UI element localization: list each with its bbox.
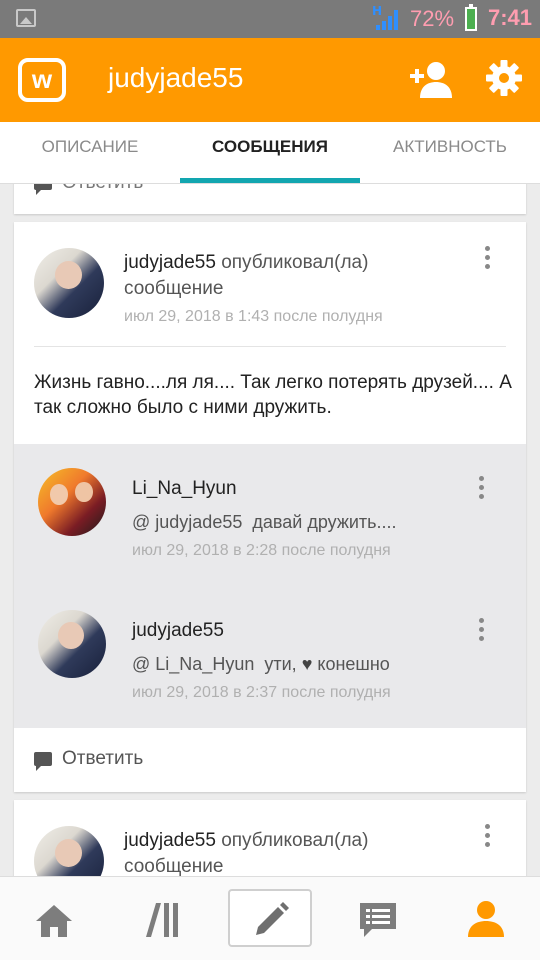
settings-gear-icon[interactable] — [486, 60, 522, 96]
nav-library[interactable] — [108, 877, 216, 960]
post-divider — [34, 346, 506, 347]
tab-messages[interactable]: СООБЩЕНИЯ — [180, 122, 360, 184]
comment-mention[interactable]: @ Li_Na_Hyun — [132, 654, 254, 674]
commenter-avatar[interactable] — [38, 468, 106, 536]
nav-messages[interactable] — [324, 877, 432, 960]
status-bar: H 72% 7:41 — [0, 0, 540, 38]
heart-icon: ♥ — [301, 654, 313, 674]
library-icon — [146, 903, 178, 937]
comment-more-icon[interactable] — [476, 476, 486, 502]
clock: 7:41 — [488, 5, 533, 30]
message-feed[interactable]: Ответить judyjade55 опубликовал(ла) сооб… — [0, 184, 540, 876]
post-author[interactable]: judyjade55 — [124, 252, 216, 273]
author-avatar[interactable] — [34, 826, 104, 876]
home-icon — [36, 905, 72, 937]
reply-icon — [34, 184, 52, 195]
wattpad-logo[interactable]: w — [18, 58, 66, 102]
post-header: judyjade55 опубликовал(ла) сообщение — [124, 250, 464, 302]
active-tab-indicator — [180, 178, 360, 183]
tab-description[interactable]: ОПИСАНИЕ — [0, 122, 180, 184]
post-header: judyjade55 опубликовал(ла) сообщение — [124, 828, 464, 876]
comment-mention[interactable]: @ judyjade55 — [132, 512, 242, 532]
messages-icon — [360, 903, 396, 937]
tab-activity[interactable]: АКТИВНОСТЬ — [360, 122, 540, 184]
app-bar: w judyjade55 — [0, 38, 540, 122]
nav-profile[interactable] — [432, 877, 540, 960]
commenter-avatar[interactable] — [38, 610, 106, 678]
nav-write[interactable] — [228, 889, 312, 947]
comment-text: @ Li_Na_Hyun ути, ♥ конешно — [132, 654, 390, 674]
gallery-notification-icon — [16, 9, 36, 27]
previous-post-card: Ответить — [14, 184, 526, 214]
post-more-icon[interactable] — [482, 246, 492, 272]
battery-percent: 72% — [410, 6, 455, 31]
nav-home[interactable] — [0, 877, 108, 960]
follow-user-icon[interactable] — [410, 60, 454, 100]
post-action: опубликовал(ла) — [221, 252, 369, 273]
post-kind: сообщение — [124, 278, 224, 299]
post-action: опубликовал(ла) — [221, 830, 369, 851]
post-text: Жизнь гавно....ля ля.... Так легко потер… — [34, 372, 512, 418]
reply-icon — [34, 751, 52, 771]
previous-reply-button[interactable]: Ответить — [34, 184, 143, 195]
profile-icon — [468, 901, 504, 937]
battery-icon — [465, 4, 477, 31]
signal-icon — [376, 10, 400, 30]
reply-button[interactable]: Ответить — [34, 748, 143, 771]
profile-username: judyjade55 — [108, 62, 244, 93]
comment-time: июл 29, 2018 в 2:37 после полудня — [132, 684, 391, 701]
comment-author[interactable]: judyjade55 — [132, 620, 224, 642]
comment-author[interactable]: Li_Na_Hyun — [132, 478, 237, 500]
post-card: judyjade55 опубликовал(ла) сообщение — [14, 800, 526, 876]
post-more-icon[interactable] — [482, 824, 492, 850]
post-time: июл 29, 2018 в 1:43 после полудня — [124, 308, 383, 325]
pencil-icon — [256, 902, 289, 935]
post-kind: сообщение — [124, 856, 224, 876]
author-avatar[interactable] — [34, 248, 104, 318]
post-card: judyjade55 опубликовал(ла) сообщение июл… — [14, 222, 526, 792]
post-author[interactable]: judyjade55 — [124, 830, 216, 851]
comment-more-icon[interactable] — [476, 618, 486, 644]
profile-tabs: ОПИСАНИЕ СООБЩЕНИЯ АКТИВНОСТЬ — [0, 122, 540, 184]
bottom-navigation — [0, 876, 540, 960]
comment-time: июл 29, 2018 в 2:28 после полудня — [132, 542, 391, 559]
comment-text: @ judyjade55 давай дружить.... — [132, 512, 397, 532]
comments-section: Li_Na_Hyun @ judyjade55 давай дружить...… — [14, 444, 526, 728]
